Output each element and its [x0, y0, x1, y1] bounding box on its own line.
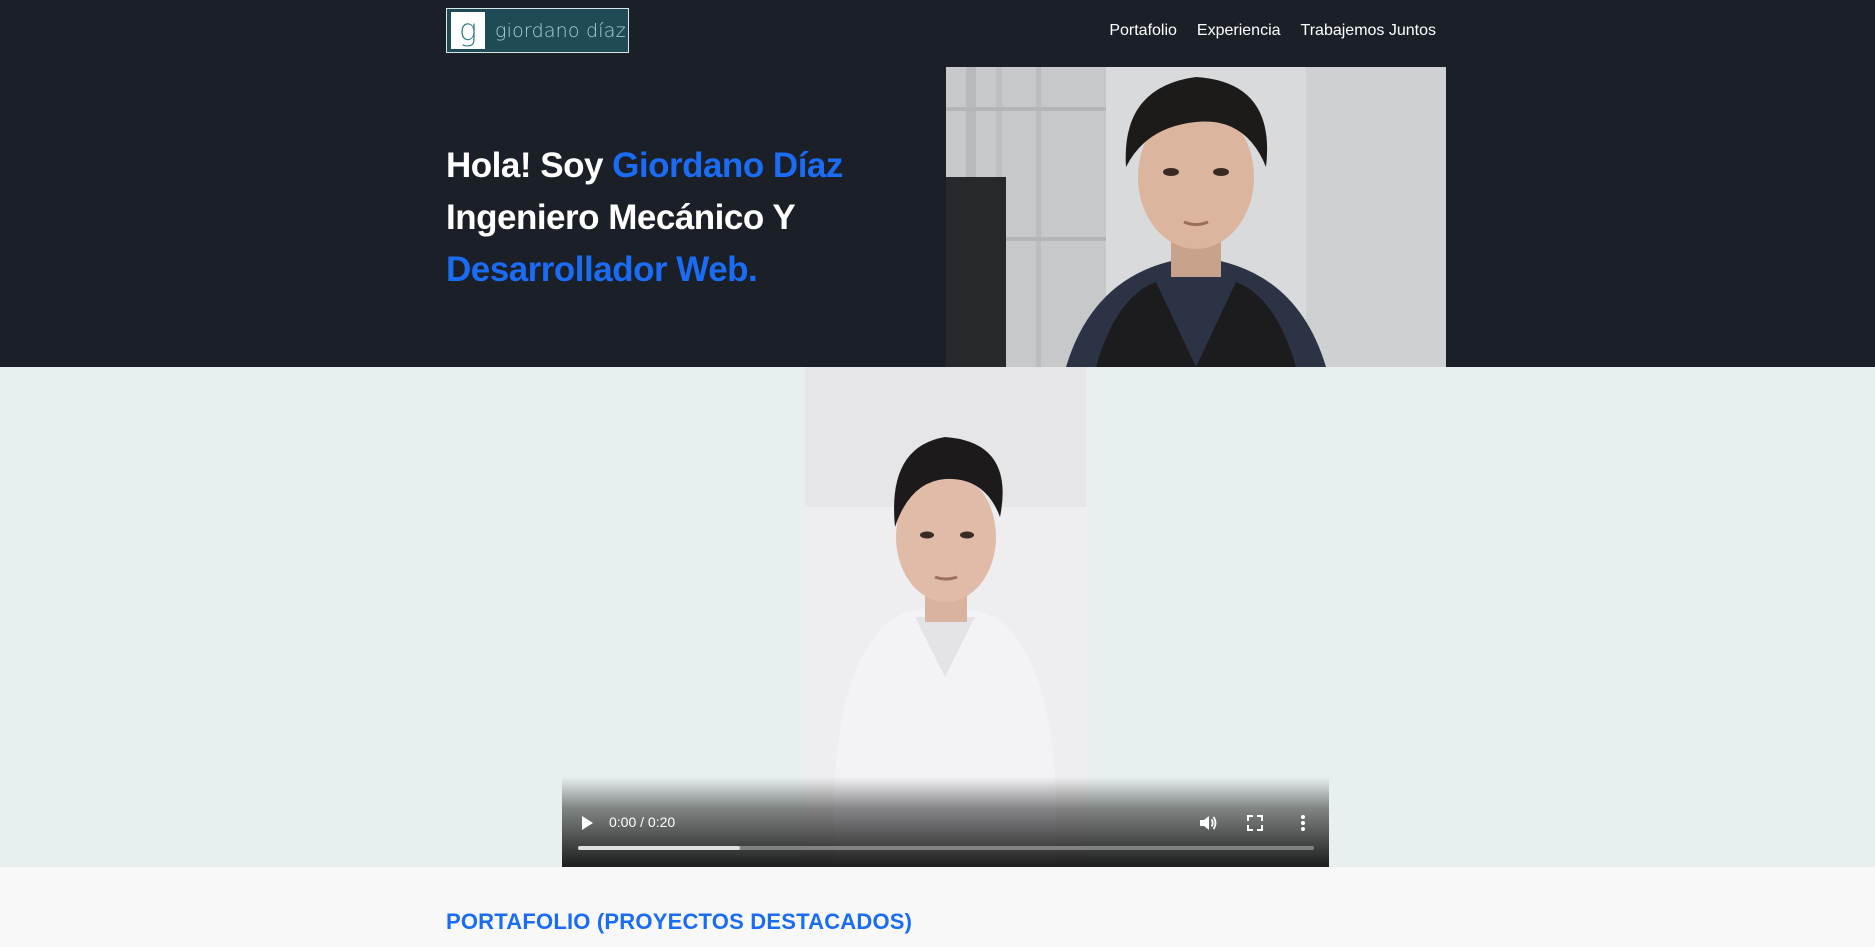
- site-header: g giordano díaz Portafolio Experiencia T…: [0, 0, 1875, 367]
- hero-role-1: Ingeniero Mecánico Y: [446, 198, 796, 237]
- profile-photo: [946, 67, 1446, 367]
- main-nav: Portafolio Experiencia Trabajemos Juntos: [1109, 22, 1436, 40]
- logo-text: giordano díaz: [495, 19, 626, 42]
- play-icon[interactable]: [578, 814, 596, 832]
- video-controls: 0:00 / 0:20: [562, 777, 1329, 867]
- hero-greeting: Hola! Soy: [446, 146, 613, 185]
- nav-link-portafolio[interactable]: Portafolio: [1109, 22, 1177, 40]
- more-options-icon[interactable]: [1292, 812, 1314, 834]
- video-time: 0:00 / 0:20: [609, 814, 676, 830]
- site-logo[interactable]: g giordano díaz: [446, 8, 629, 53]
- portfolio-title: PORTAFOLIO (PROYECTOS DESTACADOS): [446, 909, 913, 934]
- nav-link-experiencia[interactable]: Experiencia: [1197, 22, 1281, 40]
- intro-video-section: 0:00 / 0:20: [0, 367, 1875, 867]
- portfolio-section: PORTAFOLIO (PROYECTOS DESTACADOS): [0, 867, 1875, 947]
- hero-role-2: Desarrollador Web.: [446, 250, 758, 289]
- nav-link-trabajemos-juntos[interactable]: Trabajemos Juntos: [1301, 22, 1436, 40]
- intro-video-player[interactable]: 0:00 / 0:20: [562, 367, 1329, 867]
- fullscreen-icon[interactable]: [1244, 812, 1266, 834]
- hero-name: Giordano Díaz: [612, 146, 843, 185]
- volume-icon[interactable]: [1197, 812, 1219, 834]
- logo-mark: g: [451, 12, 485, 49]
- hero-heading: Hola! Soy Giordano Díaz Ingeniero Mecáni…: [446, 140, 906, 296]
- video-buffered: [578, 846, 740, 850]
- video-progress-bar[interactable]: [578, 846, 1314, 850]
